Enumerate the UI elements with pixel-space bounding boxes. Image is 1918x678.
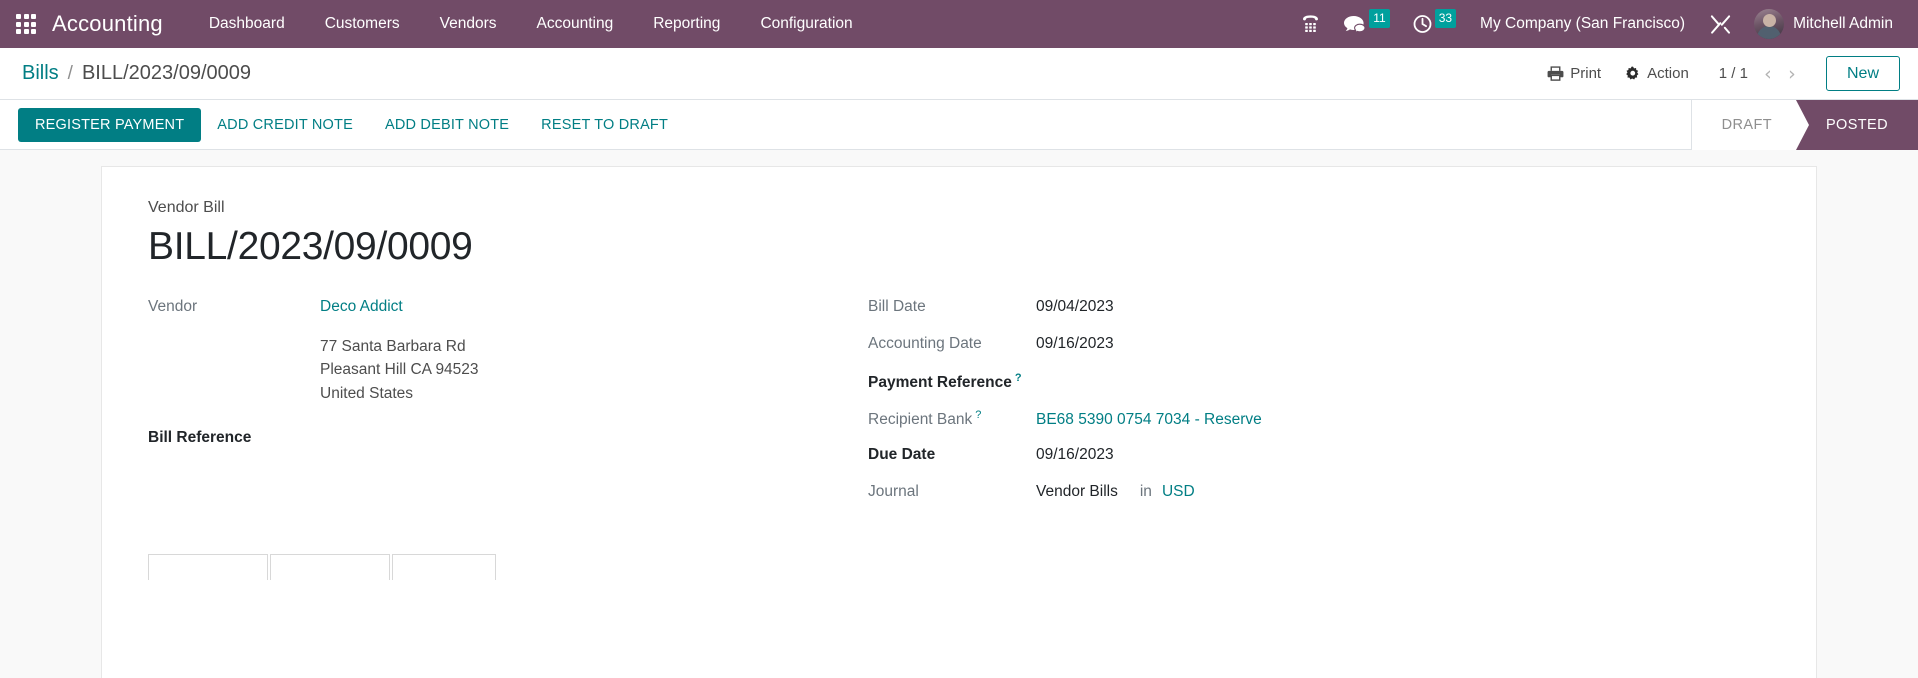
field-bill-date: Bill Date 09/04/2023	[868, 298, 1568, 324]
due-date-label: Due Date	[868, 445, 936, 463]
journal-value[interactable]: Vendor Bills	[1036, 483, 1118, 501]
field-bill-reference: Bill Reference	[148, 429, 868, 455]
user-avatar	[1754, 9, 1785, 39]
vendor-address-line-2: Pleasant Hill CA 94523	[320, 361, 479, 379]
action-button[interactable]: Action	[1613, 59, 1701, 88]
status-stage-draft[interactable]: DRAFT	[1691, 99, 1810, 150]
statusbar-buttons: REGISTER PAYMENT ADD CREDIT NOTE ADD DEB…	[18, 107, 684, 142]
form-statusbar: REGISTER PAYMENT ADD CREDIT NOTE ADD DEB…	[0, 99, 1918, 150]
bill-date-label: Bill Date	[868, 297, 926, 315]
reset-to-draft-button[interactable]: RESET TO DRAFT	[525, 109, 684, 141]
lines-column-header-1[interactable]	[148, 553, 268, 580]
document-title: BILL/2023/09/0009	[148, 225, 473, 268]
lines-column-header-2[interactable]	[270, 553, 390, 580]
phone-dialpad-icon	[1303, 15, 1319, 32]
breadcrumb: Bills / BILL/2023/09/0009	[22, 62, 251, 85]
payment-reference-label-text: Payment Reference	[868, 374, 1012, 391]
document-type-label: Vendor Bill	[148, 199, 225, 216]
menu-item-configuration[interactable]: Configuration	[740, 0, 872, 48]
print-label: Print	[1570, 65, 1602, 82]
journal-label: Journal	[868, 482, 919, 500]
menu-item-accounting[interactable]: Accounting	[517, 0, 634, 48]
vendor-address-line-1: 77 Santa Barbara Rd	[320, 337, 466, 355]
company-switcher[interactable]: My Company (San Francisco)	[1467, 0, 1698, 48]
bill-date-value[interactable]: 09/04/2023	[1036, 298, 1114, 316]
printer-icon	[1547, 66, 1564, 81]
lines-column-header-3[interactable]	[392, 553, 496, 580]
app-brand-accounting[interactable]: Accounting	[52, 11, 189, 37]
messages-button[interactable]: 11	[1331, 0, 1400, 48]
clock-activities-icon	[1413, 15, 1432, 33]
breadcrumb-item-bills[interactable]: Bills	[22, 62, 59, 85]
field-payment-reference: Payment Reference?	[868, 372, 1568, 398]
record-pager: 1 / 1 ‹ ›	[1719, 60, 1804, 88]
control-panel-actions: Print Action 1 / 1 ‹ › New	[1535, 55, 1900, 92]
recipient-bank-help-icon[interactable]: ?	[975, 409, 981, 421]
apps-grid-icon	[15, 13, 37, 35]
status-pipeline: DRAFT POSTED	[1690, 99, 1918, 150]
field-vendor: Vendor Deco Addict	[148, 298, 868, 324]
form-fields-grid: Vendor Deco Addict 77 Santa Barbara Rd P…	[148, 298, 1770, 520]
form-sheet-background: Vendor Bill BILL/2023/09/0009 Vendor Dec…	[0, 150, 1918, 678]
pager-next-icon[interactable]: ›	[1780, 60, 1804, 88]
accounting-date-label: Accounting Date	[868, 334, 982, 352]
action-label: Action	[1647, 65, 1689, 82]
apps-menu-toggle[interactable]	[0, 0, 52, 48]
bill-reference-label: Bill Reference	[148, 429, 252, 447]
register-payment-button[interactable]: REGISTER PAYMENT	[18, 107, 202, 142]
menu-item-dashboard[interactable]: Dashboard	[189, 0, 305, 48]
top-navbar: Accounting Dashboard Customers Vendors A…	[0, 0, 1918, 48]
activities-button[interactable]: 33	[1401, 0, 1467, 48]
payment-reference-help-icon[interactable]: ?	[1015, 372, 1022, 384]
pager-previous-icon[interactable]: ‹	[1756, 60, 1780, 88]
user-menu-button[interactable]: Mitchell Admin	[1743, 0, 1904, 48]
recipient-bank-label-text: Recipient Bank	[868, 411, 973, 428]
menu-item-reporting[interactable]: Reporting	[633, 0, 740, 48]
form-sheet: Vendor Bill BILL/2023/09/0009 Vendor Dec…	[101, 166, 1817, 678]
add-debit-note-button[interactable]: ADD DEBIT NOTE	[369, 109, 525, 141]
add-credit-note-button[interactable]: ADD CREDIT NOTE	[201, 109, 369, 141]
menu-item-vendors[interactable]: Vendors	[420, 0, 517, 48]
form-column-left: Vendor Deco Addict 77 Santa Barbara Rd P…	[148, 298, 868, 520]
gear-icon	[1626, 66, 1639, 79]
developer-tools-button[interactable]	[1698, 0, 1743, 48]
status-stage-posted[interactable]: POSTED	[1795, 99, 1918, 150]
new-record-button[interactable]: New	[1825, 55, 1900, 92]
payment-reference-label: Payment Reference?	[868, 372, 1036, 392]
accounting-date-value[interactable]: 09/16/2023	[1036, 335, 1114, 353]
messages-bubble-icon	[1344, 16, 1366, 34]
print-button[interactable]: Print	[1535, 59, 1613, 88]
vendor-address-line-3: United States	[320, 384, 414, 402]
due-date-value[interactable]: 09/16/2023	[1036, 446, 1114, 464]
field-journal: Journal Vendor Bills in USD	[868, 483, 1568, 509]
recipient-bank-value[interactable]: BE68 5390 0754 7034 - Reserve	[1036, 411, 1262, 429]
tools-wrench-icon	[1710, 14, 1731, 34]
user-name-label: Mitchell Admin	[1793, 15, 1893, 32]
menu-item-customers[interactable]: Customers	[305, 0, 420, 48]
vendor-value[interactable]: Deco Addict	[320, 298, 403, 316]
activities-counter-badge: 33	[1434, 9, 1457, 28]
messages-counter-badge: 11	[1369, 9, 1390, 28]
breadcrumb-separator: /	[67, 63, 73, 84]
voip-button[interactable]	[1290, 0, 1331, 48]
control-panel: Bills / BILL/2023/09/0009 Print Action 1…	[0, 48, 1918, 100]
invoice-lines-table-peek	[148, 553, 1770, 580]
form-column-right: Bill Date 09/04/2023 Accounting Date 09/…	[868, 298, 1568, 520]
recipient-bank-label: Recipient Bank?	[868, 409, 1036, 429]
vendor-label: Vendor	[148, 297, 198, 315]
currency-value[interactable]: USD	[1162, 483, 1195, 501]
journal-currency-connector: in	[1139, 482, 1152, 500]
pager-value: 1 / 1	[1718, 65, 1748, 82]
field-recipient-bank: Recipient Bank? BE68 5390 0754 7034 - Re…	[868, 409, 1568, 435]
breadcrumb-current-record: BILL/2023/09/0009	[81, 62, 251, 84]
main-menu: Dashboard Customers Vendors Accounting R…	[189, 0, 873, 48]
field-accounting-date: Accounting Date 09/16/2023	[868, 335, 1568, 361]
field-due-date: Due Date 09/16/2023	[868, 446, 1568, 472]
navbar-systray: 11 33 My Company (San Francisco) Mitchel…	[1290, 0, 1904, 48]
